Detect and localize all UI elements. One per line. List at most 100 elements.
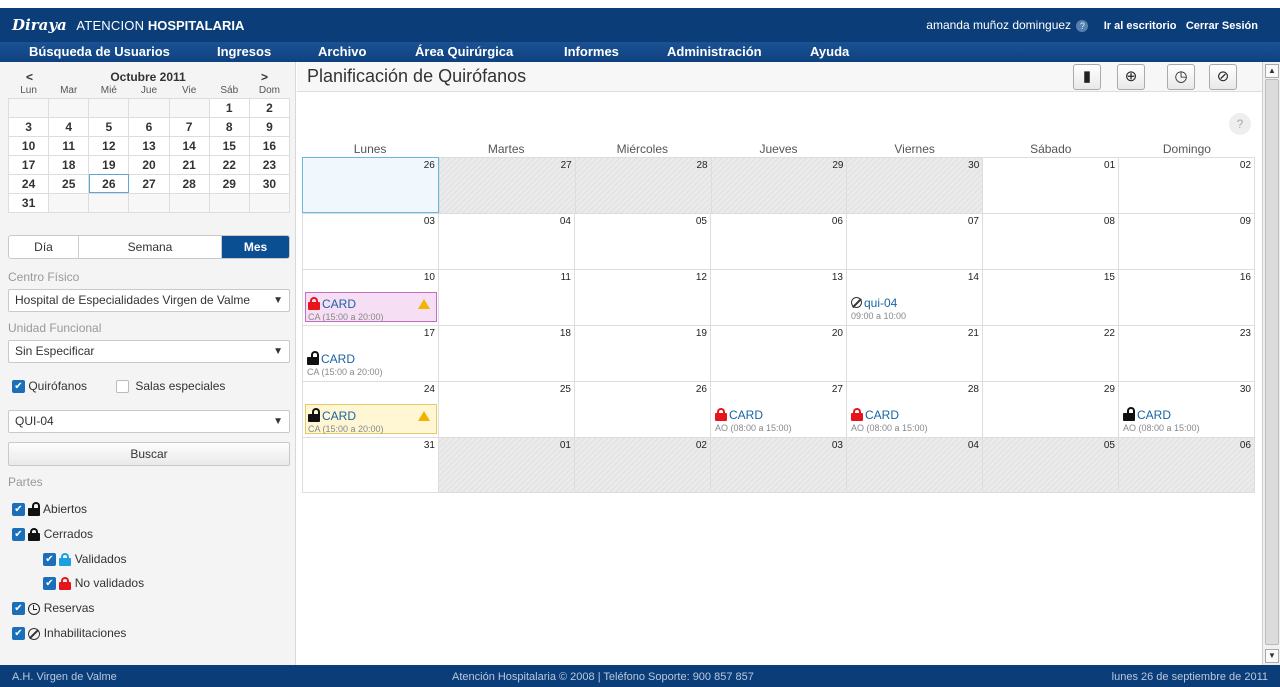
menu-ayuda[interactable]: Ayuda [810,44,849,59]
mini-calendar-day[interactable]: 13 [128,135,170,156]
day-cell[interactable]: 27 CARD AO (08:00 a 15:00) [710,381,846,437]
day-cell[interactable]: 18 [438,325,574,381]
day-cell[interactable]: 14 qui-04 09:00 a 10:00 [846,269,982,325]
mini-calendar-day[interactable]: 29 [208,173,250,194]
schedule-event[interactable]: CARD AO (08:00 a 15:00) [1121,404,1253,434]
tab-day[interactable]: Día [9,236,79,258]
day-cell[interactable]: 26 [574,381,710,437]
day-cell[interactable]: 06 [710,213,846,269]
day-cell[interactable]: 28 [574,157,711,213]
menu-informes[interactable]: Informes [564,44,619,59]
mini-calendar-day[interactable]: 30 [248,173,291,194]
day-cell[interactable]: 03 [710,437,846,493]
schedule-event[interactable]: CARD AO (08:00 a 15:00) [713,404,845,434]
day-cell[interactable]: 04 [438,213,574,269]
mini-calendar-day[interactable]: 5 [88,116,130,137]
day-cell[interactable]: 03 [302,213,438,269]
day-cell[interactable]: 11 [438,269,574,325]
day-cell[interactable]: 10 CARD CA (15:00 a 20:00) [302,269,438,325]
event-name[interactable]: CARD [321,352,355,366]
validados-checkbox[interactable]: ✔ [43,553,56,567]
mini-calendar-day[interactable]: 2 [248,97,291,118]
mini-calendar-day[interactable]: 20 [128,154,170,175]
reservas-checkbox[interactable]: ✔ [12,602,25,616]
scrollbar[interactable]: ▲ ▼ [1262,62,1280,665]
logout-link[interactable]: Cerrar Sesión [1186,20,1258,32]
mini-calendar-day[interactable]: 24 [7,173,50,194]
mini-calendar-day[interactable]: 26 [88,173,130,194]
cerrados-checkbox[interactable]: ✔ [12,528,25,542]
quirofanos-checkbox[interactable]: ✔ [12,380,25,394]
day-cell[interactable]: 15 [982,269,1118,325]
mini-calendar-day[interactable]: 3 [7,116,50,137]
day-cell[interactable]: 23 [1118,325,1255,381]
day-cell[interactable]: 01 [438,437,574,493]
add-clipboard-icon[interactable]: ⊕ [1117,64,1145,90]
event-name[interactable]: CARD [322,409,356,423]
mini-calendar-day[interactable]: 23 [248,154,291,175]
menu-ingresos[interactable]: Ingresos [217,44,271,59]
day-cell[interactable]: 26 [302,157,439,213]
day-cell[interactable]: 17 CARD CA (15:00 a 20:00) [302,325,438,381]
mini-calendar-day[interactable]: 10 [7,135,50,156]
day-cell[interactable]: 29 [982,381,1118,437]
mini-calendar-day[interactable]: 21 [168,154,210,175]
schedule-event[interactable]: CARD AO (08:00 a 15:00) [849,404,981,434]
schedule-event[interactable]: CARD CA (15:00 a 20:00) [305,292,437,322]
day-cell[interactable]: 30 CARD AO (08:00 a 15:00) [1118,381,1255,437]
schedule-event[interactable]: qui-04 09:00 a 10:00 [849,292,981,322]
day-cell[interactable]: 04 [846,437,982,493]
mini-calendar-day[interactable]: 15 [208,135,250,156]
centro-select[interactable]: Hospital de Especialidades Virgen de Val… [8,289,290,312]
day-cell[interactable]: 30 [846,157,983,213]
day-cell[interactable]: 28 CARD AO (08:00 a 15:00) [846,381,982,437]
day-cell[interactable]: 29 [710,157,847,213]
mini-calendar-day[interactable]: 9 [248,116,291,137]
search-button[interactable]: Buscar [8,442,290,466]
menu-area-quirurgica[interactable]: Área Quirúrgica [415,44,513,59]
mini-calendar-day[interactable]: 16 [248,135,291,156]
mini-calendar-day[interactable]: 7 [168,116,210,137]
event-name[interactable]: CARD [865,408,899,422]
day-cell[interactable]: 31 [302,437,438,493]
tab-week[interactable]: Semana [79,236,222,258]
mini-calendar-day[interactable]: 4 [48,116,90,137]
mini-calendar-day[interactable]: 1 [208,97,250,118]
day-cell[interactable]: 12 [574,269,710,325]
mini-calendar-day[interactable]: 6 [128,116,170,137]
day-cell[interactable]: 25 [438,381,574,437]
mini-calendar-day[interactable]: 18 [48,154,90,175]
mini-calendar-day[interactable]: 19 [88,154,130,175]
mini-calendar-day[interactable]: 27 [128,173,170,194]
mini-calendar-day[interactable]: 25 [48,173,90,194]
day-cell[interactable]: 13 [710,269,846,325]
day-cell[interactable]: 21 [846,325,982,381]
day-cell[interactable]: 09 [1118,213,1255,269]
event-name[interactable]: CARD [729,408,763,422]
add-reservation-icon[interactable]: ◷ [1167,64,1195,90]
mini-calendar-day[interactable]: 11 [48,135,90,156]
day-cell[interactable]: 05 [574,213,710,269]
day-cell[interactable]: 08 [982,213,1118,269]
help-icon[interactable]: ? [1076,20,1089,32]
schedule-event[interactable]: CARD CA (15:00 a 20:00) [305,348,437,378]
next-month-button[interactable]: > [261,70,268,84]
help-icon[interactable]: ? [1229,113,1251,135]
scroll-thumb[interactable] [1265,79,1279,645]
menu-archivo[interactable]: Archivo [318,44,366,59]
day-cell[interactable]: 07 [846,213,982,269]
scroll-down-icon[interactable]: ▼ [1265,649,1279,663]
inhabilitaciones-checkbox[interactable]: ✔ [12,627,25,641]
day-cell[interactable]: 01 [982,157,1119,213]
day-cell[interactable]: 27 [438,157,575,213]
day-cell[interactable]: 22 [982,325,1118,381]
day-cell[interactable]: 19 [574,325,710,381]
mini-calendar-day[interactable]: 28 [168,173,210,194]
day-cell[interactable]: 24 CARD CA (15:00 a 20:00) [302,381,438,437]
tab-month[interactable]: Mes [222,236,289,258]
add-inhabilitation-icon[interactable]: ⊘ [1209,64,1237,90]
unidad-select[interactable]: Sin Especificar ▼ [8,340,290,363]
day-cell[interactable]: 02 [574,437,710,493]
day-cell[interactable]: 16 [1118,269,1255,325]
mini-calendar-day[interactable]: 8 [208,116,250,137]
